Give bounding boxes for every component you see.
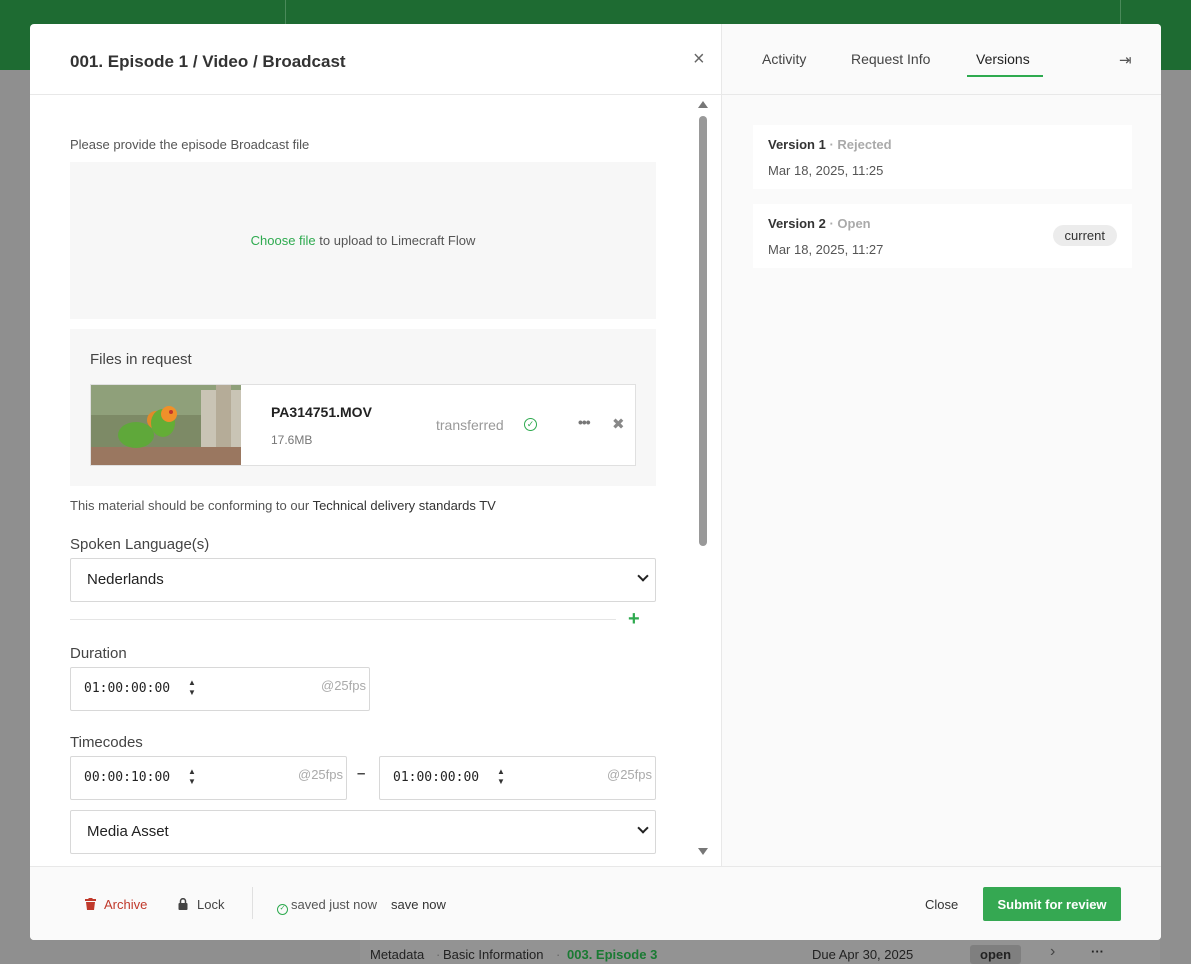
conform-note: This material should be conforming to ou… bbox=[70, 498, 496, 513]
chevron-down-icon bbox=[637, 822, 649, 834]
collapse-panel-icon[interactable]: ⇥ bbox=[1119, 51, 1132, 69]
timecode-start-input[interactable]: 00:00:10:00 ▲ ▼ @25fps bbox=[70, 756, 347, 800]
active-tab-indicator bbox=[967, 75, 1043, 77]
language-select[interactable]: Nederlands bbox=[70, 558, 656, 602]
timecode-separator: – bbox=[357, 765, 366, 782]
remove-file-icon[interactable]: ✖ bbox=[612, 415, 625, 433]
scrollbar[interactable] bbox=[698, 99, 708, 857]
breadcrumb-metadata: Metadata bbox=[370, 947, 425, 962]
current-version-badge: current bbox=[1052, 225, 1117, 246]
timecode-end-input[interactable]: 01:00:00:00 ▲ ▼ @25fps bbox=[379, 756, 656, 800]
close-button[interactable]: Close bbox=[925, 897, 958, 912]
choose-file-link[interactable]: Choose file bbox=[251, 233, 316, 248]
saved-text: saved just now bbox=[291, 897, 377, 912]
fps-label: @25fps bbox=[607, 767, 652, 782]
panel-tabs: Activity Request Info Versions ⇥ bbox=[722, 24, 1161, 95]
footer-divider bbox=[252, 887, 253, 919]
archive-button[interactable]: Archive bbox=[85, 897, 147, 912]
request-form-pane: 001. Episode 1 / Video / Broadcast × Ple… bbox=[30, 24, 721, 866]
version-title: Version 1 · Rejected bbox=[768, 137, 892, 152]
header-divider bbox=[285, 0, 286, 24]
lock-label: Lock bbox=[197, 897, 225, 912]
header-divider bbox=[1120, 0, 1121, 24]
check-circle-icon: ✓ bbox=[524, 418, 537, 431]
media-type-select[interactable]: Media Asset bbox=[70, 810, 656, 854]
chevron-down-icon bbox=[637, 570, 649, 582]
file-thumbnail bbox=[91, 385, 241, 465]
duration-value: 01:00:00:00 bbox=[84, 681, 171, 696]
media-type-value: Media Asset bbox=[87, 823, 169, 840]
background-task-row: Metadata · Basic Information · 003. Epis… bbox=[360, 940, 1160, 964]
breadcrumb-episode: 003. Episode 3 bbox=[567, 947, 658, 962]
chevron-right-icon[interactable]: › bbox=[1050, 943, 1055, 961]
stepper-icon[interactable]: ▲ ▼ bbox=[188, 678, 196, 698]
technical-standards-link[interactable]: Technical delivery standards TV bbox=[313, 498, 496, 513]
scrollbar-thumb[interactable] bbox=[699, 116, 707, 546]
save-status: ✓ saved just now bbox=[277, 897, 377, 915]
language-value: Nederlands bbox=[87, 571, 164, 588]
parrot-thumbnail-image bbox=[91, 385, 241, 465]
duration-input[interactable]: 01:00:00:00 ▲ ▼ @25fps bbox=[70, 667, 370, 711]
version-name: Version 1 bbox=[768, 137, 826, 152]
due-date: Due Apr 30, 2025 bbox=[812, 947, 914, 962]
breadcrumb-separator: · bbox=[556, 947, 561, 962]
timecode-end-value: 01:00:00:00 bbox=[393, 770, 480, 785]
archive-label: Archive bbox=[104, 897, 148, 912]
modal-header: 001. Episode 1 / Video / Broadcast × bbox=[30, 24, 721, 95]
breadcrumb-basic-info: Basic Information bbox=[443, 947, 544, 962]
file-size: 17.6MB bbox=[271, 433, 313, 447]
version-name: Version 2 bbox=[768, 216, 826, 231]
form-scroll-area[interactable]: Please provide the episode Broadcast fil… bbox=[30, 96, 721, 866]
save-now-button[interactable]: save now bbox=[391, 897, 446, 912]
check-circle-icon: ✓ bbox=[277, 904, 288, 915]
more-icon[interactable]: ··· bbox=[1091, 944, 1104, 959]
version-card[interactable]: Version 2 · Open Mar 18, 2025, 11:27 cur… bbox=[753, 204, 1132, 268]
tab-activity[interactable]: Activity bbox=[762, 51, 806, 67]
fps-label: @25fps bbox=[298, 767, 343, 782]
language-divider bbox=[70, 619, 616, 620]
fps-label: @25fps bbox=[321, 678, 366, 693]
version-status: Rejected bbox=[837, 137, 892, 152]
files-in-request: Files in request PA314751.MOV 17.6MB tra… bbox=[70, 329, 656, 486]
side-panel: Activity Request Info Versions ⇥ Version… bbox=[721, 24, 1161, 866]
files-title: Files in request bbox=[90, 351, 192, 368]
trash-icon bbox=[85, 898, 96, 910]
request-modal: 001. Episode 1 / Video / Broadcast × Ple… bbox=[30, 24, 1161, 940]
scroll-up-arrow[interactable] bbox=[698, 101, 708, 108]
dropzone-text: to upload to Limecraft Flow bbox=[315, 233, 476, 248]
more-options-icon[interactable]: ••• bbox=[578, 414, 591, 430]
version-status: Open bbox=[837, 216, 871, 231]
breadcrumb-separator: · bbox=[436, 947, 441, 962]
scroll-down-arrow[interactable] bbox=[698, 848, 708, 855]
version-card[interactable]: Version 1 · Rejected Mar 18, 2025, 11:25 bbox=[753, 125, 1132, 189]
modal-footer: Archive Lock ✓ saved just now save now Cl… bbox=[30, 866, 1161, 940]
duration-label: Duration bbox=[70, 645, 127, 662]
file-status: transferred bbox=[436, 417, 504, 433]
version-date: Mar 18, 2025, 11:27 bbox=[768, 242, 884, 257]
tab-versions[interactable]: Versions bbox=[976, 51, 1030, 67]
timecodes-label: Timecodes bbox=[70, 734, 143, 751]
lock-icon bbox=[178, 897, 188, 910]
lock-button[interactable]: Lock bbox=[178, 897, 224, 912]
language-label: Spoken Language(s) bbox=[70, 536, 210, 553]
upload-prompt: Please provide the episode Broadcast fil… bbox=[70, 137, 310, 152]
timecode-start-value: 00:00:10:00 bbox=[84, 770, 171, 785]
modal-title: 001. Episode 1 / Video / Broadcast bbox=[70, 52, 346, 71]
close-icon[interactable]: × bbox=[693, 49, 705, 69]
file-name: PA314751.MOV bbox=[271, 404, 372, 420]
version-date: Mar 18, 2025, 11:25 bbox=[768, 163, 884, 178]
tab-request-info[interactable]: Request Info bbox=[851, 51, 930, 67]
conform-text: This material should be conforming to ou… bbox=[70, 498, 313, 513]
file-dropzone[interactable]: Choose file to upload to Limecraft Flow bbox=[70, 162, 656, 319]
stepper-icon[interactable]: ▲ ▼ bbox=[497, 767, 505, 787]
stepper-icon[interactable]: ▲ ▼ bbox=[188, 767, 196, 787]
submit-for-review-button[interactable]: Submit for review bbox=[983, 887, 1121, 921]
status-badge: open bbox=[970, 945, 1022, 964]
file-card: PA314751.MOV 17.6MB transferred ✓ ••• ✖ bbox=[90, 384, 636, 466]
add-language-icon[interactable]: + bbox=[628, 609, 640, 629]
version-title: Version 2 · Open bbox=[768, 216, 871, 231]
